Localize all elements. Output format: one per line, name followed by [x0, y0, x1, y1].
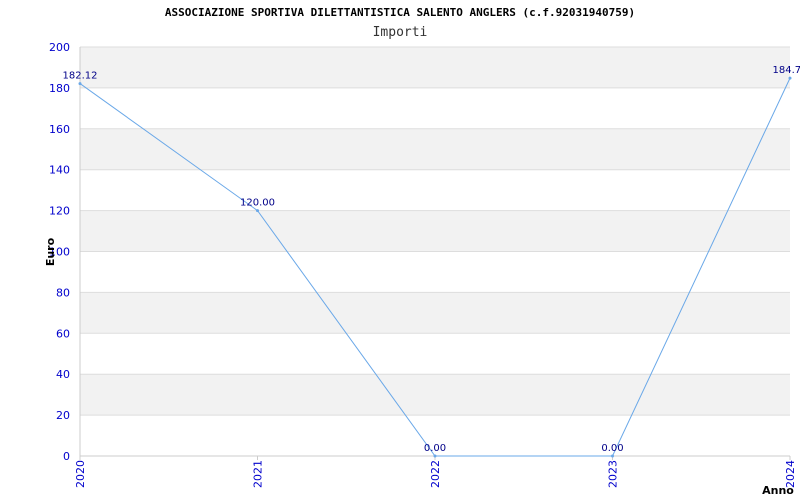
y-tick-label: 180: [49, 82, 70, 95]
y-tick-label: 200: [49, 41, 70, 54]
y-tick-label: 40: [56, 368, 70, 381]
line-chart: 020406080100120140160180200 2020 2021 2022…: [44, 41, 800, 497]
data-label: 184.78: [773, 65, 800, 76]
x-tick-label: 2023: [607, 460, 620, 488]
grid-band: [80, 47, 790, 88]
grid-band: [80, 292, 790, 334]
x-axis-label: Anno: [762, 484, 794, 497]
data-point: [78, 82, 82, 86]
data-label: 182.12: [63, 71, 98, 82]
y-tick-label: 140: [49, 164, 70, 177]
x-tick-label: 2021: [252, 460, 265, 488]
y-tick-label: 20: [56, 409, 70, 422]
data-label: 0.00: [601, 443, 623, 454]
y-axis-label: Euro: [44, 237, 57, 266]
data-point: [433, 454, 437, 458]
x-tick-labels: 2020 2021 2022 2023 2024: [74, 460, 797, 488]
grid-band: [80, 128, 790, 170]
y-tick-label: 80: [56, 286, 70, 299]
grid-band: [80, 210, 790, 252]
grid-band: [80, 374, 790, 416]
y-tick-label: 160: [49, 123, 70, 136]
y-tick-label: 120: [49, 205, 70, 218]
x-tick-label: 2020: [74, 460, 87, 488]
data-point: [788, 76, 792, 80]
grid-bands: [80, 47, 790, 416]
data-point: [611, 454, 614, 458]
data-point: [256, 209, 259, 213]
y-tick-label: 0: [63, 450, 70, 463]
data-label: 120.00: [240, 198, 275, 209]
data-label: 0.00: [424, 443, 446, 454]
x-tick-label: 2022: [429, 460, 442, 488]
y-tick-label: 60: [56, 327, 70, 340]
